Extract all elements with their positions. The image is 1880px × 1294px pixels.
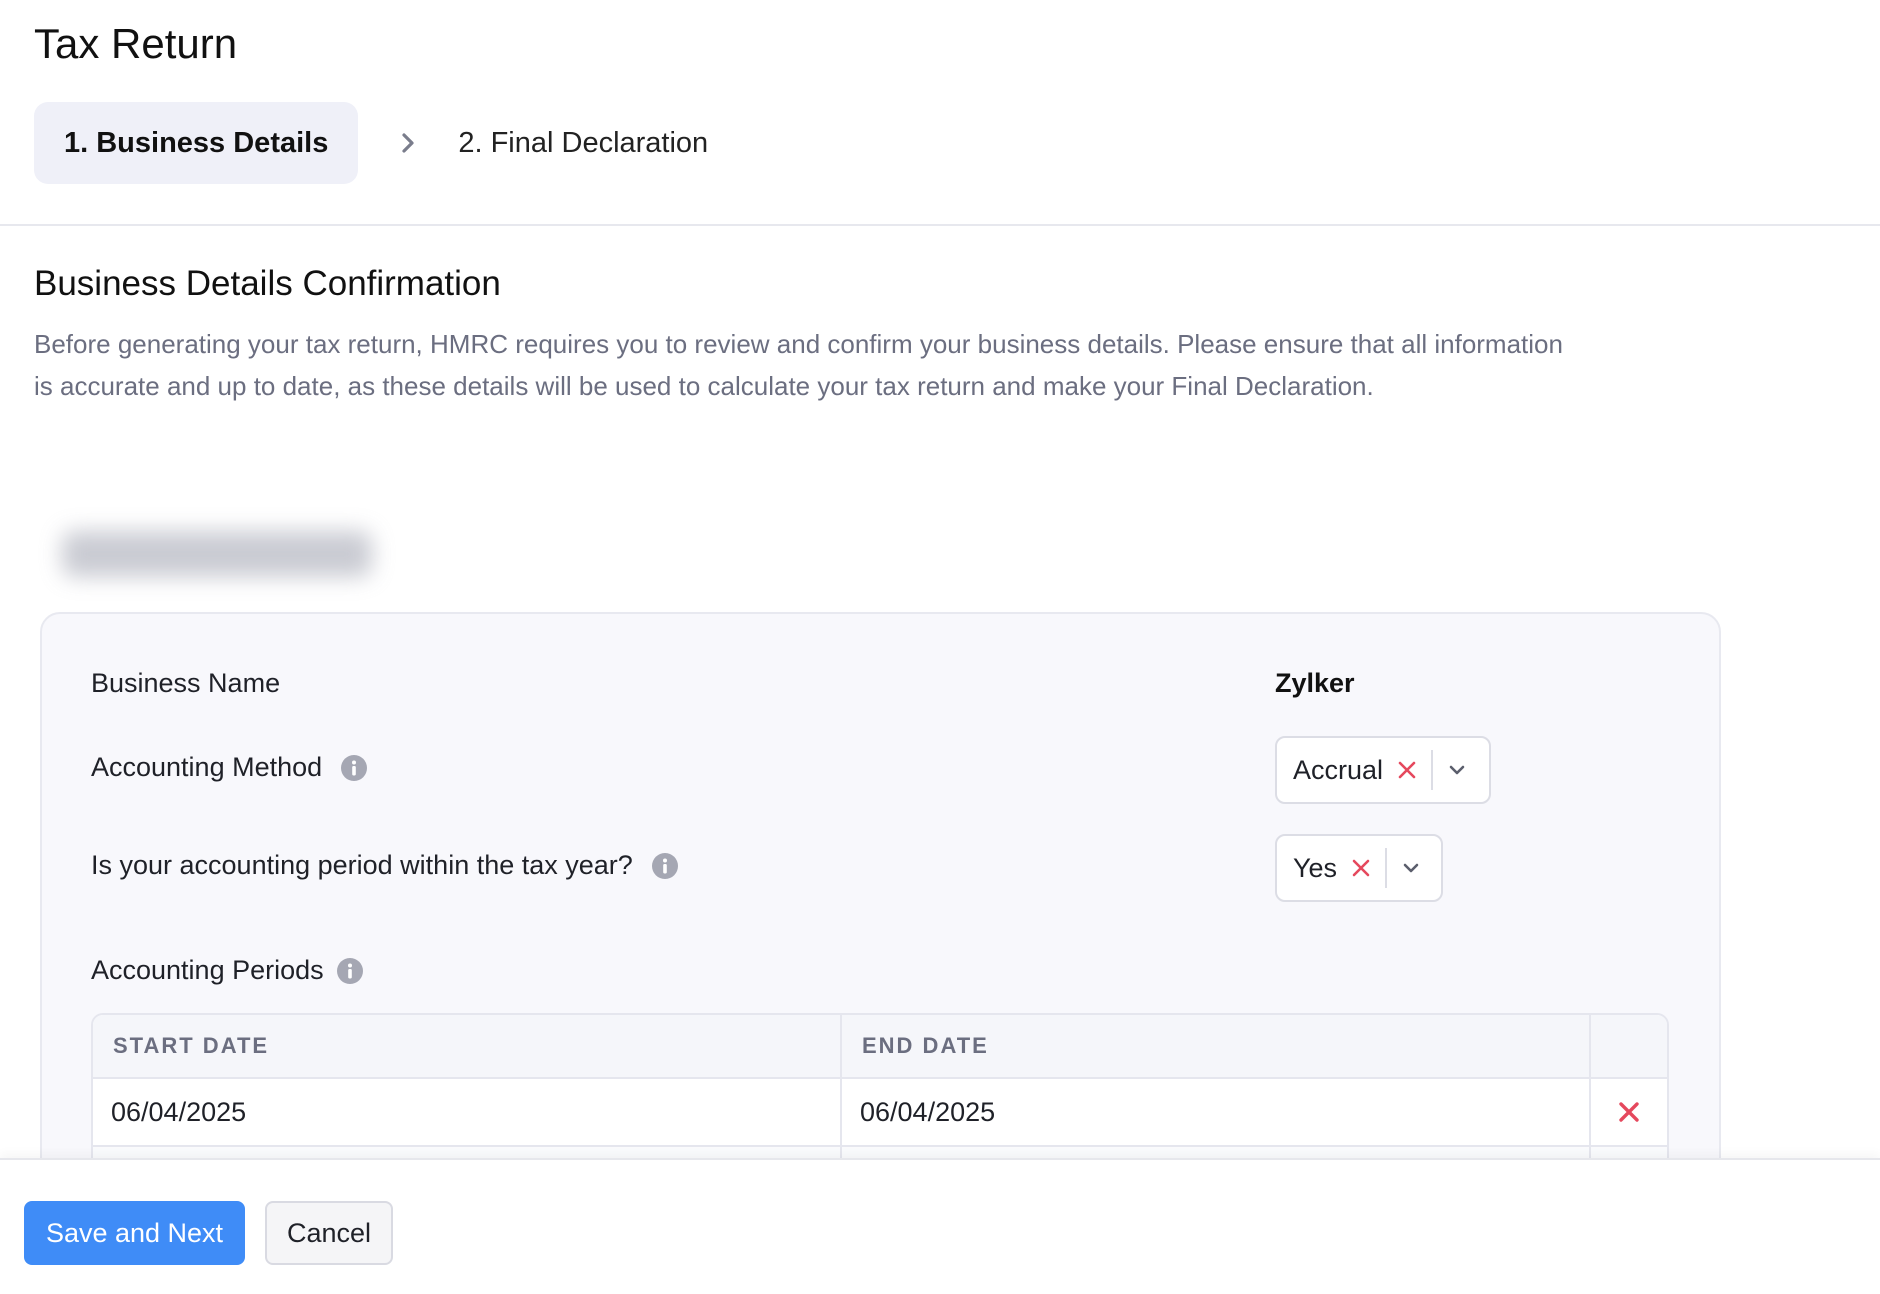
clear-x-icon[interactable] xyxy=(1351,858,1371,878)
blurred-business-identifier xyxy=(62,531,372,577)
footer-bar: Save and Next Cancel xyxy=(0,1158,1880,1294)
accounting-periods-label: Accounting Periods xyxy=(91,955,364,986)
clear-x-icon[interactable] xyxy=(1397,760,1417,780)
end-date-cell[interactable]: 06/04/2025 xyxy=(842,1079,1591,1145)
step-label: 1. Business Details xyxy=(64,126,329,159)
page-title: Tax Return xyxy=(34,20,238,67)
accounting-periods-label-text: Accounting Periods xyxy=(91,955,324,985)
chevron-down-icon[interactable] xyxy=(1387,861,1435,875)
table-row: 06/04/2025 06/04/2025 xyxy=(93,1079,1667,1147)
select-value: Yes xyxy=(1293,852,1338,883)
info-icon[interactable] xyxy=(340,754,368,782)
tax-return-page: Tax Return 1. Business Details 2. Final … xyxy=(0,0,1880,1294)
save-and-next-button[interactable]: Save and Next xyxy=(24,1201,245,1265)
step-final-declaration[interactable]: 2. Final Declaration xyxy=(458,127,708,160)
chevron-right-icon xyxy=(358,130,458,156)
period-within-tax-year-label: Is your accounting period within the tax… xyxy=(91,850,679,881)
info-icon[interactable] xyxy=(336,957,364,985)
column-header-start-date: START DATE xyxy=(93,1015,842,1077)
step-label: 2. Final Declaration xyxy=(458,126,709,159)
business-name-label: Business Name xyxy=(91,668,280,699)
step-business-details[interactable]: 1. Business Details xyxy=(34,102,359,184)
column-header-end-date: END DATE xyxy=(842,1015,1591,1077)
info-icon[interactable] xyxy=(651,852,679,880)
table-header: START DATE END DATE xyxy=(93,1015,1667,1079)
business-name-value: Zylker xyxy=(1275,668,1355,698)
cancel-button[interactable]: Cancel xyxy=(265,1201,393,1265)
start-date-cell[interactable]: 06/04/2025 xyxy=(93,1079,842,1145)
business-name-label-text: Business Name xyxy=(91,668,281,698)
period-within-tax-year-label-text: Is your accounting period within the tax… xyxy=(91,850,633,880)
delete-row-icon[interactable] xyxy=(1591,1079,1667,1145)
section-description: Before generating your tax return, HMRC … xyxy=(34,329,1563,401)
accounting-method-select[interactable]: Accrual xyxy=(1275,736,1491,804)
accounting-method-label-text: Accounting Method xyxy=(91,752,323,782)
section-title: Business Details Confirmation xyxy=(34,264,501,303)
chevron-down-icon[interactable] xyxy=(1433,763,1481,777)
stepper: 1. Business Details 2. Final Declaration xyxy=(34,102,708,184)
column-header-actions xyxy=(1591,1015,1667,1077)
select-value: Accrual xyxy=(1293,754,1384,785)
accounting-method-label: Accounting Method xyxy=(91,752,368,783)
header-divider xyxy=(0,224,1880,226)
period-within-tax-year-select[interactable]: Yes xyxy=(1275,834,1443,902)
